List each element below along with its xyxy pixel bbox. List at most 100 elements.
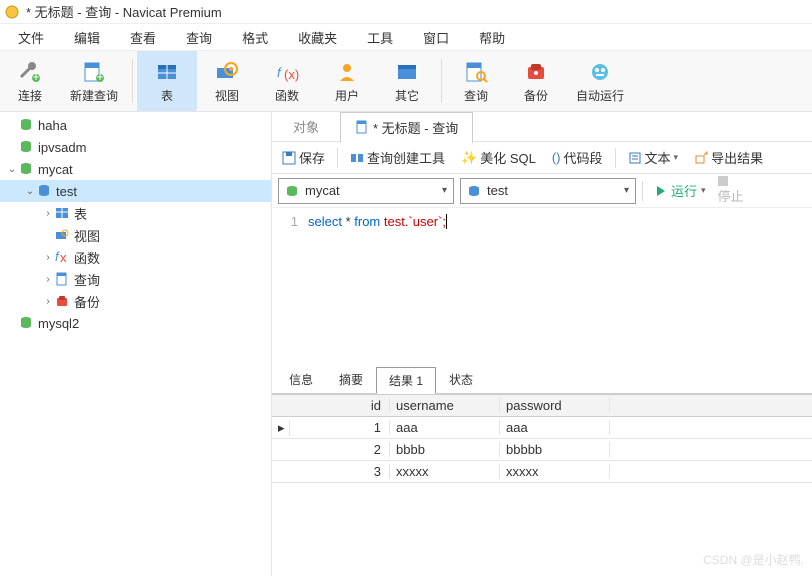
toolbar-tables[interactable]: 表 — [137, 51, 197, 111]
tree-item-表[interactable]: ›表 — [0, 202, 271, 224]
database-dropdown[interactable]: test ▾ — [460, 178, 636, 204]
cell-id[interactable]: 2 — [290, 442, 390, 457]
menu-7[interactable]: 窗口 — [409, 25, 463, 50]
toolbar-users[interactable]: 用户 — [317, 51, 377, 111]
expand-arrow[interactable]: ⌄ — [24, 186, 36, 197]
tab-label: * 无标题 - 查询 — [373, 118, 458, 137]
connection-dropdown[interactable]: mycat ▾ — [278, 178, 454, 204]
cell-password[interactable]: aaa — [500, 420, 610, 435]
cell-id[interactable]: 3 — [290, 464, 390, 479]
query-subtoolbar: 保存 查询创建工具 ✨ 美化 SQL () 代码段 文本 ▾ — [272, 142, 812, 174]
stop-label: 停止 — [718, 189, 744, 204]
cell-id[interactable]: 1 — [290, 420, 390, 435]
cell-password[interactable]: bbbbb — [500, 442, 610, 457]
snippet-label: 代码段 — [564, 148, 603, 167]
db-green-icon — [18, 139, 34, 155]
menu-2[interactable]: 查看 — [116, 25, 170, 50]
users-icon — [334, 59, 360, 85]
cell-username[interactable]: bbbb — [390, 442, 500, 457]
toolbar-query[interactable]: 查询 — [446, 51, 506, 111]
expand-arrow[interactable]: › — [42, 296, 54, 307]
table-row[interactable]: ▸1aaaaaa — [272, 417, 812, 439]
toolbar-views[interactable]: 视图 — [197, 51, 257, 111]
expand-arrow[interactable]: › — [42, 208, 54, 219]
menu-8[interactable]: 帮助 — [465, 25, 519, 50]
menu-0[interactable]: 文件 — [4, 25, 58, 50]
tree-label: 函数 — [74, 248, 100, 267]
query-builder-button[interactable]: 查询创建工具 — [344, 145, 451, 170]
functions-icon: f(x) — [274, 59, 300, 85]
export-button[interactable]: 导出结果 — [688, 145, 769, 170]
toolbar-backup[interactable]: 备份 — [506, 51, 566, 111]
snippet-button[interactable]: () 代码段 — [546, 145, 609, 170]
expand-arrow[interactable]: › — [42, 252, 54, 263]
run-button[interactable]: 运行 ▾ — [649, 178, 712, 203]
backup-icon — [523, 59, 549, 85]
tree-label: mycat — [38, 162, 73, 177]
tree-label: 视图 — [74, 226, 100, 245]
tree-item-ipvsadm[interactable]: ipvsadm — [0, 136, 271, 158]
row-marker: ▸ — [272, 420, 290, 436]
toolbar-label: 用户 — [335, 87, 359, 104]
menu-6[interactable]: 工具 — [353, 25, 407, 50]
connection-tree[interactable]: hahaipvsadm⌄mycat⌄test›表视图›fx函数›查询›备份mys… — [0, 112, 272, 576]
toolbar-label: 视图 — [215, 87, 239, 104]
menu-3[interactable]: 查询 — [172, 25, 226, 50]
cell-password[interactable]: xxxxx — [500, 464, 610, 479]
tree-item-视图[interactable]: 视图 — [0, 224, 271, 246]
cell-username[interactable]: xxxxx — [390, 464, 500, 479]
tree-item-备份[interactable]: ›备份 — [0, 290, 271, 312]
menu-1[interactable]: 编辑 — [60, 25, 114, 50]
query-icon — [463, 59, 489, 85]
col-password[interactable]: password — [500, 398, 610, 413]
menu-4[interactable]: 格式 — [228, 25, 282, 50]
tree-item-函数[interactable]: ›fx函数 — [0, 246, 271, 268]
result-tab-1[interactable]: 摘要 — [326, 366, 376, 393]
save-button[interactable]: 保存 — [276, 145, 331, 170]
tree-item-haha[interactable]: haha — [0, 114, 271, 136]
toolbar-automation[interactable]: 自动运行 — [566, 51, 634, 111]
tree-item-test[interactable]: ⌄ test — [0, 180, 271, 202]
toolbar-functions[interactable]: f(x)函数 — [257, 51, 317, 111]
separator — [642, 181, 643, 201]
sql-editor[interactable]: 1 select * from test.`user`; — [272, 208, 812, 368]
toolbar-label: 新建查询 — [70, 87, 118, 104]
tree-item-查询[interactable]: ›查询 — [0, 268, 271, 290]
expand-arrow[interactable]: ⌄ — [6, 164, 18, 175]
result-tab-0[interactable]: 信息 — [276, 366, 326, 393]
result-tab-2[interactable]: 结果 1 — [376, 367, 436, 394]
toolbar-connect[interactable]: +连接 — [0, 51, 60, 111]
cursor — [446, 214, 451, 229]
result-tab-3[interactable]: 状态 — [436, 366, 486, 393]
toolbar-label: 其它 — [395, 87, 419, 104]
tab-0[interactable]: 对象 — [278, 112, 334, 142]
db-green-icon — [18, 161, 34, 177]
save-label: 保存 — [299, 148, 325, 167]
text-button[interactable]: 文本 ▾ — [622, 145, 685, 170]
table-row[interactable]: 3xxxxxxxxxx — [272, 461, 812, 483]
tab-1[interactable]: * 无标题 - 查询 — [340, 112, 473, 143]
db-green-icon — [18, 117, 34, 133]
code-area[interactable]: select * from test.`user`; — [308, 214, 812, 368]
watermark: CSDN @是小赵鸭. — [703, 551, 804, 568]
expand-arrow[interactable]: › — [42, 274, 54, 285]
tree-label: test — [56, 184, 77, 199]
col-id[interactable]: id — [290, 398, 390, 413]
view-icon — [54, 227, 70, 243]
menu-5[interactable]: 收藏夹 — [284, 25, 351, 50]
table-row[interactable]: 2bbbbbbbbb — [272, 439, 812, 461]
views-icon — [214, 59, 240, 85]
query-icon — [54, 271, 70, 287]
schema-icon — [36, 183, 52, 199]
col-username[interactable]: username — [390, 398, 500, 413]
tree-item-mycat[interactable]: ⌄ mycat — [0, 158, 271, 180]
cell-username[interactable]: aaa — [390, 420, 500, 435]
tree-label: mysql2 — [38, 316, 79, 331]
connection-value: mycat — [305, 183, 340, 198]
tree-item-mysql2[interactable]: mysql2 — [0, 312, 271, 334]
toolbar-new-query[interactable]: +新建查询 — [60, 51, 128, 111]
result-grid[interactable]: idusernamepassword▸1aaaaaa2bbbbbbbbb3xxx… — [272, 394, 812, 483]
automation-icon — [587, 59, 613, 85]
beautify-button[interactable]: ✨ 美化 SQL — [455, 145, 542, 170]
toolbar-others[interactable]: 其它 — [377, 51, 437, 111]
